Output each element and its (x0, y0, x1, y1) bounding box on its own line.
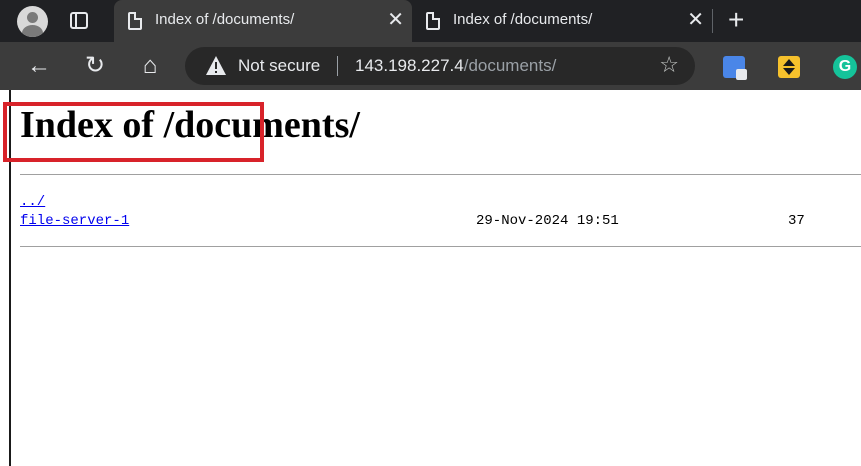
page-content: Index of /documents/ ../ file-server-1 29-… (0, 90, 861, 466)
list-item: ../ (20, 193, 861, 212)
new-tab-button[interactable]: + (728, 3, 744, 37)
warning-icon[interactable] (205, 55, 227, 77)
page-title: Index of /documents/ (20, 104, 360, 146)
profile-avatar-icon[interactable] (17, 6, 48, 37)
close-tab-icon[interactable]: ✕ (687, 8, 704, 32)
document-icon (128, 12, 142, 30)
url-host: 143.198.227.4 (355, 56, 464, 75)
divider (20, 246, 861, 247)
grammarly-icon[interactable]: G (833, 55, 857, 79)
home-button[interactable]: ⌂ (135, 50, 165, 82)
close-tab-icon[interactable]: ✕ (387, 8, 404, 32)
security-status-label[interactable]: Not secure (238, 56, 320, 76)
file-link[interactable]: file-server-1 (20, 213, 129, 229)
tab-inactive[interactable]: Index of /documents/ ✕ (412, 0, 712, 42)
tab-title: Index of /documents/ (155, 11, 295, 28)
tab-title: Index of /documents/ (453, 11, 593, 28)
tab-active[interactable]: Index of /documents/ ✕ (114, 0, 412, 42)
directory-listing: ../ file-server-1 29-Nov-2024 19:51 37 (20, 193, 861, 231)
reload-button[interactable]: ↻ (80, 50, 110, 82)
file-size: 37 (788, 213, 805, 229)
address-bar[interactable]: Not secure 143.198.227.4/documents/ ☆ (185, 47, 695, 85)
document-icon (426, 12, 440, 30)
omnibox-divider (337, 56, 338, 76)
file-date: 29-Nov-2024 19:51 (476, 213, 619, 229)
tab-actions-menu-icon[interactable] (70, 12, 88, 29)
url-path: /documents/ (463, 56, 557, 75)
bookmark-star-icon[interactable]: ☆ (659, 53, 679, 77)
parent-directory-link[interactable]: ../ (20, 194, 45, 210)
list-item: file-server-1 29-Nov-2024 19:51 37 (20, 212, 861, 231)
divider (20, 174, 861, 175)
tab-strip: Index of /documents/ ✕ Index of /documen… (0, 0, 861, 42)
back-button[interactable]: ← (24, 50, 54, 82)
url-text[interactable]: 143.198.227.4/documents/ (355, 56, 556, 76)
tab-separator (712, 9, 713, 33)
translate-icon[interactable] (723, 56, 747, 80)
browser-toolbar: ← ↻ ⌂ Not secure 143.198.227.4/documents… (0, 42, 861, 90)
arrows-extension-icon[interactable] (778, 56, 800, 78)
window-edge (9, 90, 11, 466)
